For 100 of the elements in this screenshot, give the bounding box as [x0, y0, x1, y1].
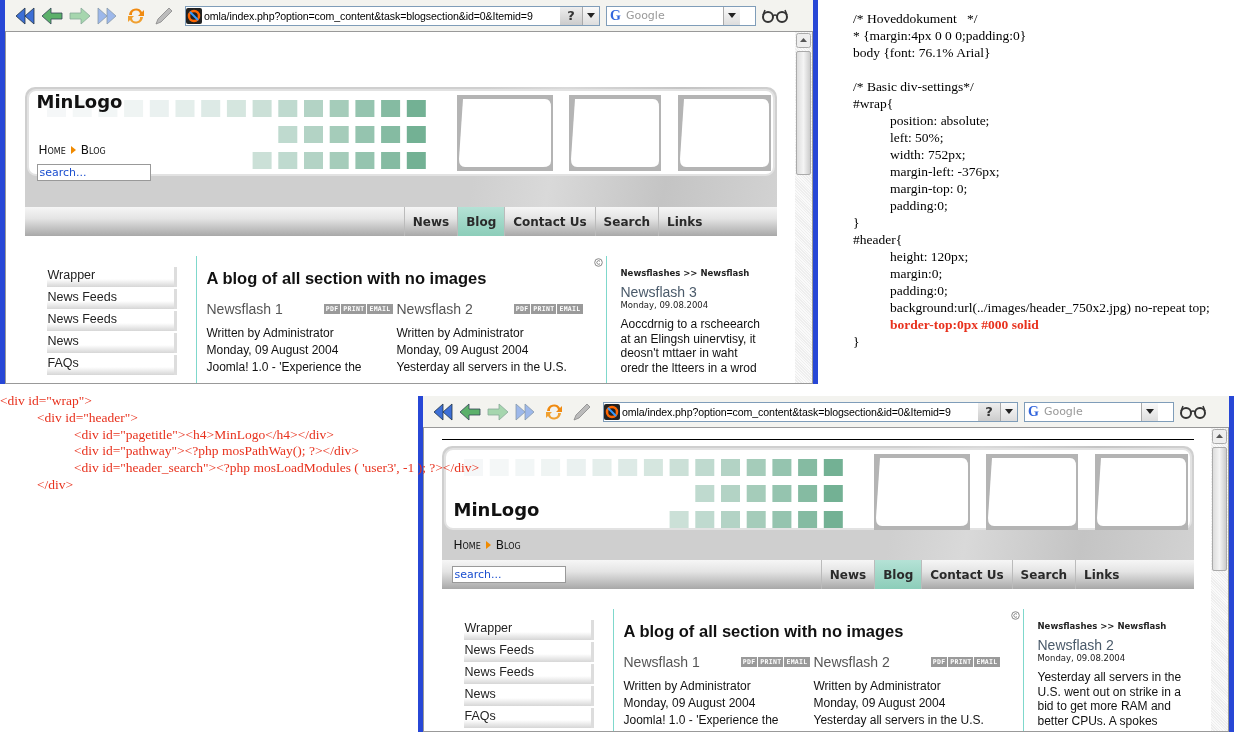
site-icon[interactable]: [186, 7, 202, 24]
back-arrow-icon[interactable]: [459, 401, 481, 422]
code-line: <div id="wrap">: [0, 393, 92, 410]
newsflash-text: U.S. went out on strike in a: [1037, 684, 1182, 699]
search-field[interactable]: search...: [451, 566, 566, 583]
scroll-thumb[interactable]: [1212, 447, 1227, 571]
url-text: omla/index.php?option=com_content&task=blogsection&id=0&Itemid=9: [621, 405, 952, 418]
copyright-icon[interactable]: [1010, 611, 1020, 620]
search-engine-field[interactable]: G Google: [606, 5, 756, 26]
nav-tab[interactable]: Search: [594, 207, 659, 236]
search-engine-field[interactable]: G Google: [1024, 401, 1174, 422]
nav-tab[interactable]: Search: [1011, 560, 1076, 589]
code-line: </div>: [37, 477, 74, 494]
article-intro: Yesterday all servers in the U.S.: [813, 712, 985, 729]
newsflash-text: better CPUs. A spokes: [1037, 713, 1159, 728]
menu-item[interactable]: Wrapper: [46, 267, 177, 287]
glasses-icon[interactable]: [1180, 404, 1206, 419]
scrollbar[interactable]: [795, 32, 812, 383]
article-title: Newsflash 2: [813, 654, 890, 670]
breadcrumb-link[interactable]: Home: [453, 538, 481, 552]
menu-item[interactable]: News Feeds: [46, 289, 177, 309]
newsflash-text: deosn't mttaer in waht: [620, 346, 739, 361]
nav-tab[interactable]: Blog: [874, 560, 922, 589]
code-line: height: 120px;: [890, 248, 969, 265]
copyright-icon[interactable]: [593, 258, 603, 267]
scroll-up-icon[interactable]: [1212, 429, 1227, 444]
article-title: Newsflash 2: [396, 301, 473, 317]
menu-item[interactable]: Wrapper: [463, 620, 594, 640]
code-line: <div id="pagetitle"><h4>MinLogo</h4></div>: [74, 426, 334, 444]
code-line: padding:0;: [890, 282, 948, 299]
code-line: <div id="header">: [37, 409, 138, 427]
code-line: left: 50%;: [890, 129, 944, 146]
code-line: padding:0;: [890, 197, 948, 214]
rewind-icon[interactable]: [13, 5, 35, 26]
nav-tab[interactable]: Contact Us: [504, 207, 595, 236]
rewind-icon[interactable]: [431, 401, 453, 422]
article-author: Written by Administrator: [206, 325, 335, 342]
scroll-up-icon[interactable]: [796, 33, 811, 48]
nav-tab[interactable]: Blog: [457, 207, 505, 236]
breadcrumb-link[interactable]: Home: [38, 143, 66, 157]
menu-item[interactable]: News Feeds: [463, 642, 594, 662]
back-arrow-icon[interactable]: [41, 5, 63, 26]
caret-icon[interactable]: [727, 13, 736, 18]
newsflash-date: Monday, 09.08.2004: [620, 300, 710, 310]
nav-tab[interactable]: Links: [1075, 560, 1128, 589]
article-intro: Yesterday all servers in the U.S.: [396, 359, 568, 376]
url-text: omla/index.php?option=com_content&task=blogsection&id=0&Itemid=9: [203, 9, 534, 22]
menu-item[interactable]: FAQs: [46, 355, 177, 375]
scroll-thumb[interactable]: [796, 51, 811, 175]
engine-logo: G: [609, 7, 622, 24]
scrollbar[interactable]: [1211, 428, 1228, 731]
module-heading: Newsflashes >> Newsflash: [1037, 621, 1168, 631]
help-button[interactable]: ?: [560, 6, 582, 25]
caret-icon[interactable]: [587, 13, 595, 18]
address-field[interactable]: omla/index.php?option=com_content&task=blogsection&id=0&Itemid=9 ?: [603, 401, 1018, 422]
code-line: * {margin:4px 0 0 0;padding:0}: [853, 27, 1027, 44]
code-line: width: 752px;: [890, 146, 966, 163]
menu-item[interactable]: News: [46, 333, 177, 353]
article-intro: Joomla! 1.0 - 'Experience the: [623, 712, 780, 729]
article-intro: Joomla! 1.0 - 'Experience the: [206, 359, 363, 376]
glasses-icon[interactable]: [762, 8, 788, 23]
code-line: background:url(../images/header_750x2.jpg) no-repeat top;: [890, 299, 1210, 316]
search-field[interactable]: search...: [36, 164, 151, 181]
help-button[interactable]: ?: [978, 402, 1000, 421]
newsflash-date: Monday, 09.08.2004: [1037, 653, 1127, 663]
breadcrumb-arrow-icon: [70, 146, 76, 154]
code-line: border-top:0px #000 solid: [890, 316, 1039, 333]
menu-item[interactable]: News Feeds: [46, 311, 177, 331]
caret-icon[interactable]: [1005, 409, 1013, 414]
pencil-icon[interactable]: [153, 5, 175, 26]
nav-tab[interactable]: Contact Us: [921, 560, 1012, 589]
code-line: margin-top: 0;: [890, 180, 968, 197]
menu-item[interactable]: News: [463, 686, 594, 706]
article-date: Monday, 09 August 2004: [813, 695, 947, 712]
site-logo: MinLogo: [36, 91, 123, 112]
pencil-icon[interactable]: [571, 401, 593, 422]
breadcrumb-current: Blog: [80, 143, 106, 157]
newsflash-text: Aoccdrnig to a rscheearch: [620, 317, 761, 332]
article-title: Newsflash 1: [206, 301, 283, 317]
code-line: body {font: 76.1% Arial}: [853, 44, 991, 61]
newsflash-text: Yesterday all servers in the: [1037, 670, 1183, 685]
nav-tab[interactable]: Links: [658, 207, 711, 236]
section-heading: A blog of all section with no images: [623, 622, 905, 641]
code-line: position: absolute;: [890, 112, 990, 129]
menu-item[interactable]: FAQs: [463, 708, 594, 728]
article-date: Monday, 09 August 2004: [206, 342, 340, 359]
caret-icon[interactable]: [1145, 409, 1154, 414]
newsflash-title: Newsflash 2: [1037, 637, 1115, 653]
code-line: #wrap{: [853, 95, 894, 112]
code-line: }: [853, 214, 860, 231]
address-field[interactable]: omla/index.php?option=com_content&task=blogsection&id=0&Itemid=9 ?: [185, 5, 600, 26]
code-line: margin:0;: [890, 265, 943, 282]
code-line: /* Hoveddokument */: [853, 10, 978, 27]
article-author: Written by Administrator: [623, 678, 752, 695]
code-line: margin-left: -376px;: [890, 163, 1000, 180]
article-author: Written by Administrator: [813, 678, 942, 695]
section-heading: A blog of all section with no images: [206, 269, 488, 288]
site-icon[interactable]: [604, 403, 620, 420]
menu-item[interactable]: News Feeds: [463, 664, 594, 684]
code-line: #header{: [853, 231, 903, 248]
